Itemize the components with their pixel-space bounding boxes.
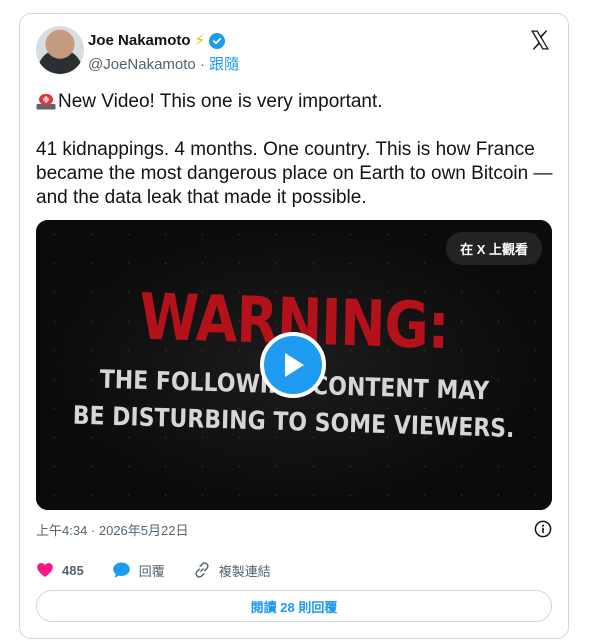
author-handle[interactable]: @JoeNakamoto: [88, 56, 196, 73]
info-icon[interactable]: [534, 520, 552, 538]
siren-emoji: [36, 94, 56, 110]
author-handle-row: @JoeNakamoto · 跟隨: [88, 53, 239, 74]
link-icon: [195, 562, 209, 578]
reply-label: 回覆: [138, 563, 165, 579]
copy-link-label: 複製連結: [218, 563, 271, 579]
view-on-x-button[interactable]: 在 X 上觀看: [446, 232, 542, 265]
action-bar: 485 回覆 複製連結: [36, 558, 552, 582]
embedded-post-card: Joe Nakamoto ⚡ @JoeNakamoto · 跟隨 New Vid…: [19, 13, 569, 639]
verified-badge-icon: [209, 32, 226, 49]
like-count: 485: [62, 562, 84, 578]
like-button[interactable]: 485: [36, 561, 84, 579]
timestamp[interactable]: 上午4:34 · 2026年5月22日: [36, 523, 188, 538]
post-header: Joe Nakamoto ⚡ @JoeNakamoto · 跟隨: [36, 26, 552, 76]
author-name[interactable]: Joe Nakamoto: [88, 32, 191, 49]
post-line-1: New Video! This one is very important.: [58, 91, 383, 112]
reply-bubble-icon: [112, 562, 130, 578]
post-text: New Video! This one is very important. 4…: [36, 90, 554, 210]
play-icon: [285, 353, 304, 377]
post-meta: 上午4:34 · 2026年5月22日: [36, 520, 552, 540]
reply-button[interactable]: 回覆: [112, 561, 165, 580]
avatar[interactable]: [36, 26, 84, 74]
bolt-emoji: ⚡: [194, 32, 206, 49]
heart-icon: [37, 562, 53, 578]
video-player[interactable]: 在 X 上觀看 WARNING: THE FOLLOWING CONTENT M…: [36, 220, 552, 510]
post-line-2: 41 kidnappings. 4 months. One country. T…: [36, 139, 553, 208]
play-button[interactable]: [260, 332, 326, 398]
follow-link[interactable]: 跟隨: [209, 56, 239, 73]
read-replies-button[interactable]: 閱讀 28 則回覆: [36, 590, 552, 622]
author-name-row[interactable]: Joe Nakamoto ⚡: [88, 32, 226, 49]
handle-separator: ·: [199, 56, 205, 73]
x-logo-icon[interactable]: [528, 28, 552, 52]
copy-link-button[interactable]: 複製連結: [193, 561, 271, 580]
